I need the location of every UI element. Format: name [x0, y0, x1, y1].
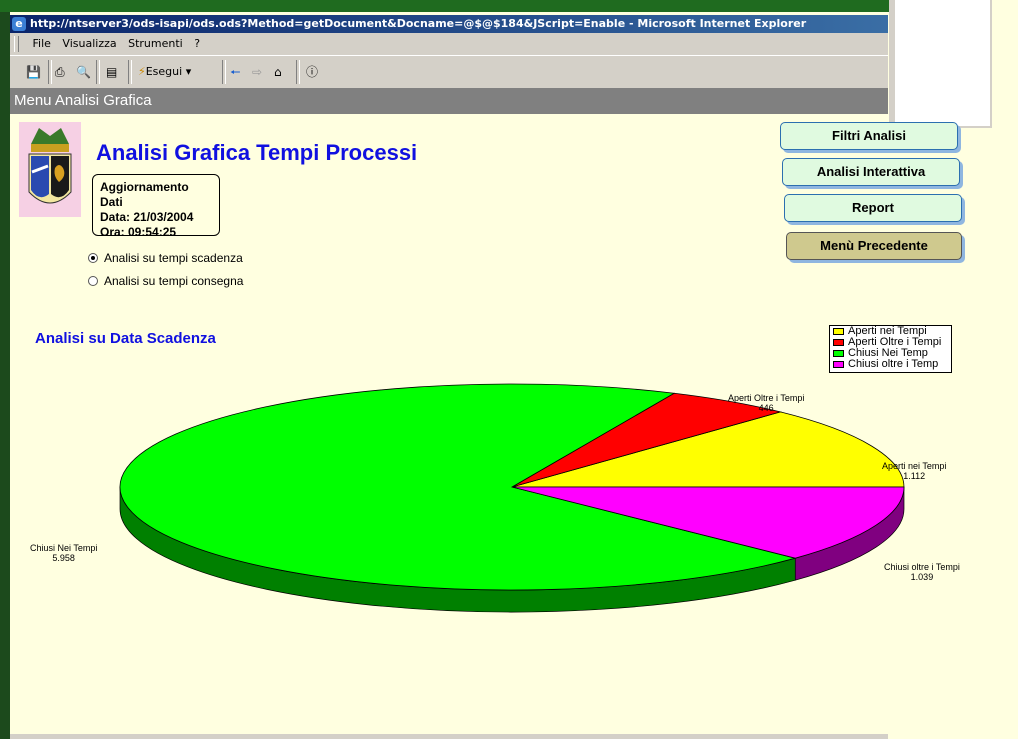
radio-consegna[interactable]: Analisi su tempi consegna: [88, 274, 243, 288]
pie-slice-chiusi-nei-tempi: [119, 383, 797, 591]
run-button[interactable]: ⚡Esegui ▾: [138, 63, 191, 81]
slice-value: 1.112: [903, 471, 926, 481]
legend-label: Aperti Oltre i Tempi: [848, 337, 942, 348]
toolbar-separator: [128, 60, 132, 84]
legend-swatch-green: [833, 350, 844, 357]
legend-swatch-yellow: [833, 328, 844, 335]
toolbar-separator: [48, 60, 52, 84]
legend-entry: Chiusi oltre i Temp: [830, 359, 951, 370]
menu-strumenti[interactable]: Strumenti: [128, 37, 183, 50]
pie-slice-aperti-nei-tempi: [511, 411, 905, 488]
label-aperti-oltre: Aperti Oltre i Tempi 446: [728, 393, 804, 413]
menu-help[interactable]: ?: [194, 37, 200, 50]
overlay-window: [889, 0, 992, 128]
overlay-window-edge: [889, 0, 895, 124]
view-icon[interactable]: ▤: [106, 63, 117, 81]
save-icon[interactable]: 💾: [26, 63, 41, 81]
slice-value: 446: [758, 403, 774, 413]
update-info-box: Aggiornamento Dati Data: 21/03/2004 Ora:…: [92, 174, 220, 239]
radio-scadenza[interactable]: Analisi su tempi scadenza: [88, 251, 243, 265]
back-arrow-icon[interactable]: 🠔: [230, 63, 241, 81]
label-chiusi-nei: Chiusi Nei Tempi 5.958: [30, 543, 97, 563]
toolbar-separator: [96, 60, 100, 84]
legend-label: Aperti nei Tempi: [848, 326, 927, 337]
update-time: Ora: 09:54:25: [100, 225, 177, 239]
menu-visualizza[interactable]: Visualizza: [62, 37, 116, 50]
menu-bar: File Visualizza Strumenti ?: [10, 33, 888, 56]
page-header: Menu Analisi Grafica: [10, 88, 888, 114]
print-icon[interactable]: ⎙: [55, 63, 65, 81]
window-title: http://ntserver3/ods-isapi/ods.ods?Metho…: [30, 17, 807, 30]
desktop-top-edge: [0, 0, 1018, 12]
toolbar: 💾 ⎙ 🔍 ▤ ⚡Esegui ▾ 🠔 ⇨ ⌂ ⓘ: [10, 56, 888, 89]
ie-icon: e: [12, 17, 26, 31]
filtri-analisi-button[interactable]: Filtri Analisi: [780, 122, 958, 150]
menu-precedente-button[interactable]: Menù Precedente: [786, 232, 962, 260]
run-label: Esegui: [145, 65, 183, 78]
report-button[interactable]: Report: [784, 194, 962, 222]
slice-name: Chiusi Nei Tempi: [30, 543, 98, 553]
pie-side-wall: [119, 486, 796, 613]
slice-value: 5.958: [52, 553, 75, 563]
update-date: Data: 21/03/2004: [100, 210, 194, 224]
chart-title: Analisi su Data Scadenza: [35, 330, 216, 347]
legend-entry: Chiusi Nei Temp: [830, 348, 951, 359]
chart-legend: Aperti nei Tempi Aperti Oltre i Tempi Ch…: [829, 325, 952, 373]
coat-of-arms-logo: [19, 122, 81, 217]
status-bar: [10, 734, 888, 739]
pie-slice-chiusi-oltre-i-tempi: [511, 486, 905, 559]
coat-of-arms-icon: [28, 128, 72, 204]
legend-label: Chiusi oltre i Temp: [848, 359, 939, 370]
radio-unselected-icon[interactable]: [88, 276, 98, 286]
toolbar-separator: [222, 60, 226, 84]
legend-entry: Aperti Oltre i Tempi: [830, 337, 951, 348]
run-icon: ⚡: [138, 65, 146, 78]
help-icon[interactable]: ⓘ: [306, 63, 318, 81]
desktop-edge: [0, 0, 10, 739]
slice-name: Aperti nei Tempi: [882, 461, 947, 471]
slice-name: Aperti Oltre i Tempi: [728, 393, 805, 403]
radio-label: Analisi su tempi consegna: [104, 274, 244, 288]
analisi-interattiva-button[interactable]: Analisi Interattiva: [782, 158, 960, 186]
update-heading: Aggiornamento Dati: [100, 180, 189, 209]
menubar-grip: [14, 36, 19, 52]
toolbar-separator: [296, 60, 300, 84]
page-title: Analisi Grafica Tempi Processi: [96, 140, 418, 165]
radio-label: Analisi su tempi scadenza: [104, 251, 243, 265]
forward-arrow-icon[interactable]: ⇨: [252, 63, 262, 81]
legend-entry: Aperti nei Tempi: [830, 326, 951, 337]
home-icon[interactable]: ⌂: [274, 63, 282, 81]
menu-file[interactable]: File: [33, 37, 51, 50]
browser-titlebar: e http://ntserver3/ods-isapi/ods.ods?Meth…: [10, 15, 888, 33]
legend-swatch-magenta: [833, 361, 844, 368]
slice-name: Chiusi oltre i Tempi: [884, 562, 960, 572]
print-preview-icon[interactable]: 🔍: [76, 63, 91, 81]
slice-value: 1.039: [910, 572, 934, 582]
label-aperti-nei: Aperti nei Tempi 1.112: [882, 461, 946, 481]
legend-label: Chiusi Nei Temp: [848, 348, 928, 359]
legend-swatch-red: [833, 339, 844, 346]
radio-selected-icon[interactable]: [88, 253, 98, 263]
label-chiusi-oltre: Chiusi oltre i Tempi 1.039: [884, 562, 960, 582]
